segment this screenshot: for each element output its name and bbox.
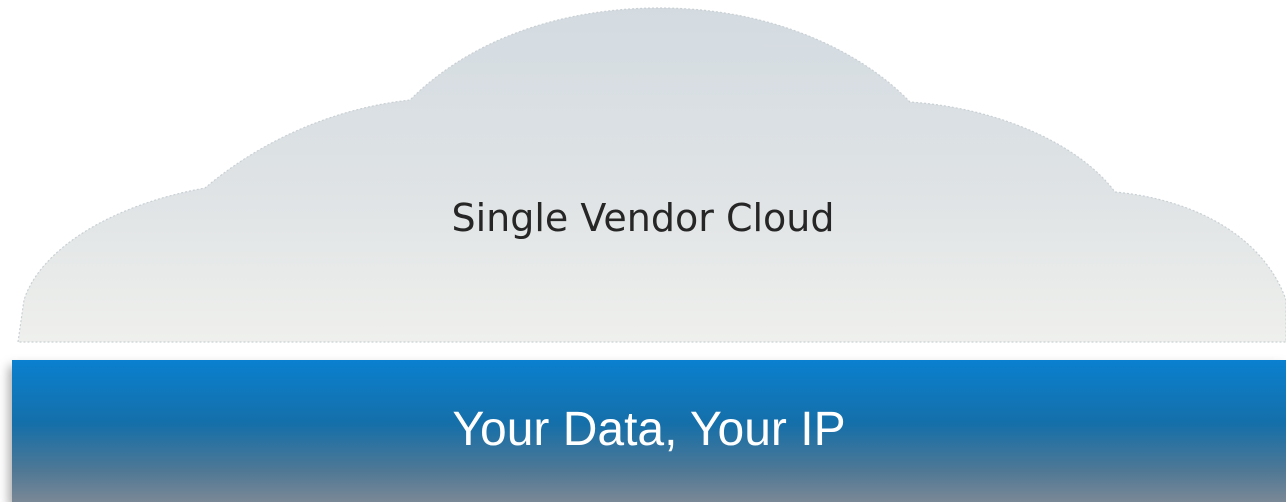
diagram-canvas: Single Vendor Cloud Your Data, Your IP: [0, 0, 1286, 502]
cloud-shape: [17, 7, 1286, 343]
cloud-label: Single Vendor Cloud: [451, 196, 835, 240]
data-ip-label: Your Data, Your IP: [452, 403, 846, 456]
data-ip-bar: Your Data, Your IP: [12, 360, 1286, 502]
